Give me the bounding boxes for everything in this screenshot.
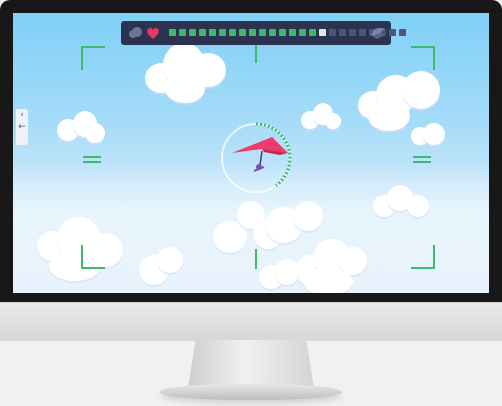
progress-segment-empty <box>359 29 366 36</box>
tick-right <box>413 156 431 158</box>
glider-wing <box>232 137 288 153</box>
tick-bottom <box>255 249 257 269</box>
progress-segment-filled <box>219 29 226 36</box>
side-tab[interactable]: ‹ ← <box>16 109 28 145</box>
hud-progress-bar <box>121 21 406 45</box>
progress-segment-empty <box>399 29 406 36</box>
progress-segment-filled <box>269 29 276 36</box>
progress-segment-filled <box>169 29 176 36</box>
progress-segment-filled <box>209 29 216 36</box>
progress-segment-filled <box>289 29 296 36</box>
corner-bracket-bottom-left <box>81 245 105 269</box>
heart-icon <box>147 27 159 39</box>
corner-bracket-bottom-right <box>411 245 435 269</box>
progress-segment-filled <box>249 29 256 36</box>
progress-segment-filled <box>179 29 186 36</box>
hang-glider-player[interactable] <box>232 135 292 175</box>
cloud-icon <box>129 27 142 38</box>
progress-segment-empty <box>339 29 346 36</box>
corner-bracket-top-left <box>81 46 105 70</box>
progress-segment-filled <box>189 29 196 36</box>
progress-segment-filled <box>259 29 266 36</box>
monitor-stand-base <box>160 384 342 400</box>
progress-segment-filled <box>279 29 286 36</box>
progress-segment-filled <box>239 29 246 36</box>
progress-segment-filled <box>199 29 206 36</box>
scene: ‹ ← <box>0 0 502 406</box>
progress-segment-filled <box>309 29 316 36</box>
monitor-chin <box>0 302 502 341</box>
corner-bracket-top-right <box>411 46 435 70</box>
tick-left <box>83 156 101 158</box>
progress-segment-empty <box>349 29 356 36</box>
progress-segment-filled <box>299 29 306 36</box>
left-arrow-icon[interactable]: ← <box>16 121 28 133</box>
progress-segment-filled <box>229 29 236 36</box>
tick-right <box>413 161 431 163</box>
game-screen[interactable]: ‹ ← <box>13 13 489 293</box>
tick-left <box>83 161 101 163</box>
monitor-stand <box>188 340 314 388</box>
chevron-left-icon[interactable]: ‹ <box>16 109 28 121</box>
wing-icon <box>371 27 385 39</box>
progress-segment-empty <box>389 29 396 36</box>
tick-top <box>255 43 257 63</box>
progress-segment-empty <box>319 29 326 36</box>
progress-segment-empty <box>329 29 336 36</box>
